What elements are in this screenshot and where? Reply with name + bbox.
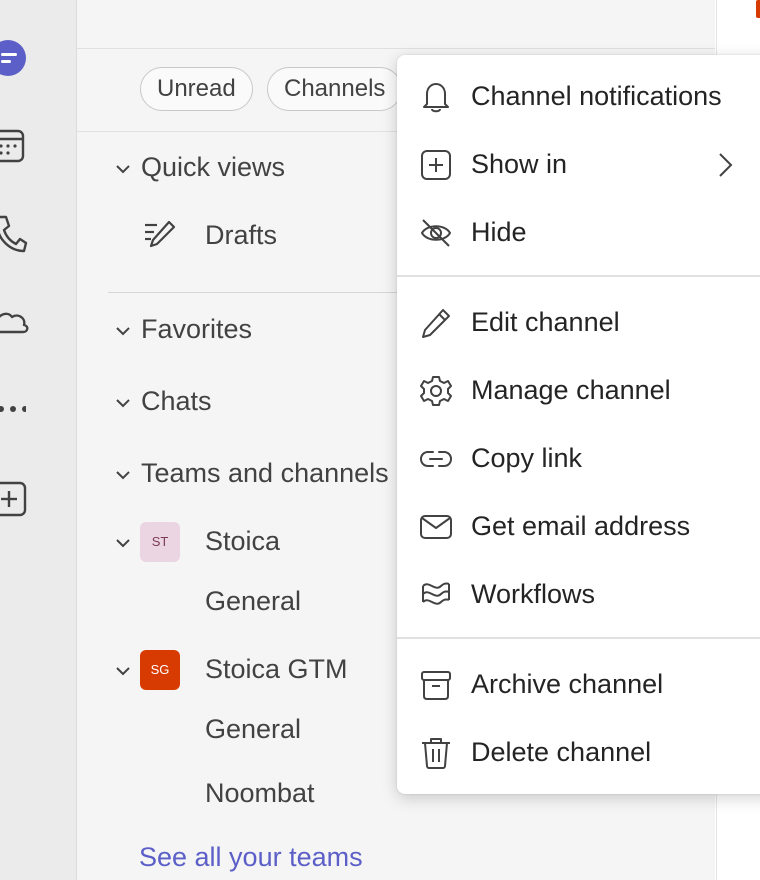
chat-icon[interactable] bbox=[0, 38, 28, 78]
menu-item-label: Workflows bbox=[471, 579, 596, 609]
eye-off-icon bbox=[419, 216, 453, 250]
more-apps-icon[interactable] bbox=[0, 402, 26, 416]
menu-item-copy-link[interactable]: Copy link bbox=[397, 424, 760, 492]
channel-item[interactable]: General bbox=[205, 586, 301, 617]
menu-item-show-in[interactable]: Show in bbox=[397, 130, 760, 198]
team-name[interactable]: Stoica GTM bbox=[205, 654, 348, 685]
menu-item-label: Delete channel bbox=[471, 737, 652, 767]
section-chats[interactable]: Chats bbox=[141, 386, 212, 417]
menu-item-label: Copy link bbox=[471, 443, 583, 473]
menu-item-hide[interactable]: Hide bbox=[397, 198, 760, 266]
mail-icon bbox=[419, 510, 453, 544]
menu-item-delete-channel[interactable]: Delete channel bbox=[397, 718, 760, 786]
team-name[interactable]: Stoica bbox=[205, 526, 280, 557]
add-apps-icon[interactable] bbox=[0, 480, 28, 518]
drafts-item[interactable]: Drafts bbox=[205, 220, 277, 251]
onedrive-icon[interactable] bbox=[0, 304, 30, 338]
app-rail bbox=[0, 0, 77, 880]
pane-header bbox=[77, 0, 715, 49]
section-teams-and-channels[interactable]: Teams and channels bbox=[141, 458, 389, 489]
menu-item-label: Hide bbox=[471, 217, 527, 247]
menu-item-manage-channel[interactable]: Manage channel bbox=[397, 356, 760, 424]
section-quick-views[interactable]: Quick views bbox=[141, 152, 285, 183]
menu-item-label: Manage channel bbox=[471, 375, 671, 405]
workflows-icon bbox=[419, 578, 453, 612]
chevron-down-icon[interactable] bbox=[115, 663, 131, 679]
channel-item[interactable]: General bbox=[205, 714, 301, 745]
menu-item-archive-channel[interactable]: Archive channel bbox=[397, 650, 760, 718]
chevron-down-icon[interactable] bbox=[115, 323, 131, 339]
menu-item-label: Show in bbox=[471, 149, 568, 179]
menu-item-edit-channel[interactable]: Edit channel bbox=[397, 288, 760, 356]
channel-item[interactable]: Noombat bbox=[205, 778, 315, 809]
menu-item-get-email-address[interactable]: Get email address bbox=[397, 492, 760, 560]
menu-separator bbox=[397, 275, 760, 277]
team-avatar: SG bbox=[140, 650, 180, 690]
app-badge bbox=[756, 0, 760, 18]
team-avatar: ST bbox=[140, 522, 180, 562]
menu-item-channel-notifications[interactable]: Channel notifications bbox=[397, 62, 760, 130]
trash-icon bbox=[419, 736, 453, 770]
gear-icon bbox=[419, 374, 453, 408]
link-icon bbox=[419, 442, 453, 476]
filter-channels-button[interactable]: Channels bbox=[267, 67, 403, 111]
menu-separator bbox=[397, 637, 760, 639]
calls-icon[interactable] bbox=[0, 214, 28, 254]
add-square-icon bbox=[419, 148, 453, 182]
chevron-right-icon bbox=[717, 152, 733, 178]
menu-item-label: Archive channel bbox=[471, 669, 664, 699]
menu-item-label: Get email address bbox=[471, 511, 691, 541]
chevron-down-icon[interactable] bbox=[115, 535, 131, 551]
bell-icon bbox=[419, 80, 453, 114]
calendar-icon[interactable] bbox=[0, 127, 28, 165]
channel-context-menu: Channel notifications Show in Hide Edit … bbox=[397, 55, 760, 794]
chevron-down-icon[interactable] bbox=[115, 467, 131, 483]
see-all-teams-link[interactable]: See all your teams bbox=[139, 842, 363, 873]
pencil-icon bbox=[419, 306, 453, 340]
chevron-down-icon[interactable] bbox=[115, 161, 131, 177]
menu-item-label: Channel notifications bbox=[471, 81, 722, 111]
section-favorites[interactable]: Favorites bbox=[141, 314, 252, 345]
menu-item-label: Edit channel bbox=[471, 307, 620, 337]
filter-unread-button[interactable]: Unread bbox=[140, 67, 253, 111]
archive-icon bbox=[419, 668, 453, 702]
drafts-icon bbox=[143, 219, 177, 253]
chevron-down-icon[interactable] bbox=[115, 395, 131, 411]
menu-item-workflows[interactable]: Workflows bbox=[397, 560, 760, 628]
